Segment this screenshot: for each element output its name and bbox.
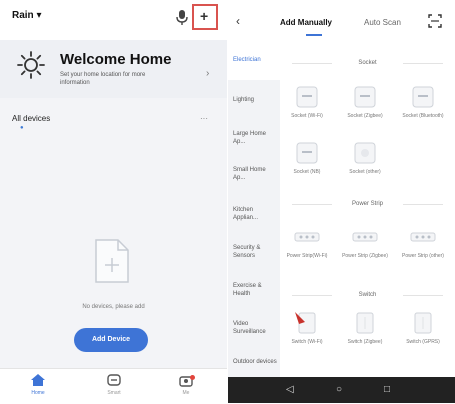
power-strip-icon [294, 232, 320, 242]
voice-icon[interactable] [175, 9, 189, 25]
sun-icon [17, 51, 45, 79]
add-device-screen: ‹ Add Manually Auto Scan Electrician Lig… [228, 0, 455, 403]
device-name: Socket (NB) [293, 169, 321, 175]
device-name: Switch (GPRS) [406, 339, 440, 345]
device-item[interactable]: Socket (Wi-Fi) [284, 84, 330, 119]
empty-document-icon [95, 239, 129, 283]
category-list: Electrician Lighting Large Home Ap... Sm… [228, 40, 280, 377]
welcome-card[interactable]: Welcome Home Set your home location for … [0, 40, 227, 98]
device-name: Switch (Wi-Fi) [291, 339, 323, 345]
notification-badge [190, 375, 195, 380]
more-icon[interactable]: ··· [200, 114, 208, 123]
home-icon [31, 374, 45, 386]
category-item[interactable]: Security & Sensors [233, 244, 277, 260]
socket-icon [354, 86, 376, 108]
device-item[interactable]: Socket (NB) [284, 140, 330, 175]
device-item[interactable]: Switch (Wi-Fi) [284, 310, 330, 345]
device-item[interactable]: Socket (other) [342, 140, 388, 175]
nav-home[interactable]: Home [18, 373, 58, 396]
device-name: Power Strip (Zigbee) [342, 253, 388, 259]
welcome-subtitle: Set your home location for more informat… [60, 72, 146, 86]
device-name: Power Strip(Wi-Fi) [286, 253, 328, 259]
socket-icon [296, 86, 318, 108]
device-name: Socket (other) [349, 169, 381, 175]
tab-add-manually[interactable]: Add Manually [280, 18, 332, 27]
system-nav-bar: ◁ ○ □ [228, 377, 455, 403]
bottom-nav: Home Smart Me [0, 368, 227, 404]
devices-tab[interactable]: All devices [12, 114, 50, 123]
category-item[interactable]: Exercise & Health [233, 282, 277, 298]
device-item[interactable]: Switch (Zigbee) [342, 310, 388, 345]
add-device-header: ‹ Add Manually Auto Scan [228, 0, 455, 40]
socket-icon [354, 142, 376, 164]
category-item[interactable]: Electrician [233, 56, 277, 64]
socket-icon [296, 142, 318, 164]
switch-icon [295, 312, 316, 334]
nav-label: Home [31, 390, 45, 396]
tab-auto-scan[interactable]: Auto Scan [364, 18, 401, 27]
home-selector[interactable]: Rain ▾ [12, 10, 41, 21]
device-item[interactable]: Socket (Zigbee) [342, 84, 388, 119]
home-circle-icon[interactable]: ○ [336, 384, 342, 395]
back-icon[interactable]: ‹ [236, 14, 240, 28]
device-item[interactable]: Socket (Bluetooth) [400, 84, 446, 119]
category-item[interactable]: Large Home Ap... [233, 130, 277, 146]
devices-section: All devices ● ··· No devices, please add… [0, 98, 227, 368]
device-grid: Socket Socket (Wi-Fi) Socket (Zigbee) So… [280, 40, 455, 377]
welcome-title: Welcome Home [60, 51, 172, 68]
chevron-right-icon: › [206, 68, 210, 79]
divider [403, 204, 443, 205]
empty-state-text: No devices, please add [82, 304, 145, 310]
divider [403, 295, 443, 296]
nav-smart[interactable]: Smart [94, 373, 134, 396]
device-name: Power Strip (other) [402, 253, 444, 259]
socket-icon [412, 86, 434, 108]
home-screen: Rain ▾ + Welcome Home Set your home loca… [0, 0, 227, 404]
category-item[interactable]: Kitchen Applian... [233, 206, 277, 222]
recents-square-icon[interactable]: □ [384, 384, 390, 395]
nav-me[interactable]: Me [166, 373, 206, 396]
tab-underline [306, 34, 322, 36]
device-name: Socket (Bluetooth) [402, 113, 444, 119]
add-button[interactable]: + [192, 4, 218, 30]
switch-icon [356, 312, 374, 334]
nav-label: Smart [107, 390, 121, 396]
category-item[interactable]: Small Home Ap... [233, 166, 277, 182]
category-item[interactable]: Outdoor devices [233, 358, 277, 366]
plus-icon: + [200, 8, 209, 24]
device-name: Switch (Zigbee) [347, 339, 383, 345]
device-item[interactable]: Power Strip(Wi-Fi) [284, 224, 330, 259]
device-name: Socket (Wi-Fi) [291, 113, 323, 119]
device-item[interactable]: Power Strip (other) [400, 224, 446, 259]
device-name: Socket (Zigbee) [347, 113, 383, 119]
device-item[interactable]: Switch (GPRS) [400, 310, 446, 345]
screenshot: Rain ▾ + Welcome Home Set your home loca… [0, 0, 455, 404]
back-triangle-icon[interactable]: ◁ [286, 384, 294, 395]
category-item[interactable]: Video Surveillance [233, 320, 277, 336]
power-strip-icon [410, 232, 436, 242]
tab-indicator: ● [20, 125, 24, 131]
add-device-button[interactable]: Add Device [74, 328, 148, 352]
home-header: Rain ▾ + [0, 0, 227, 40]
category-item[interactable]: Lighting [233, 96, 277, 104]
smart-icon [107, 374, 121, 386]
power-strip-icon [352, 232, 378, 242]
nav-label: Me [182, 390, 190, 396]
switch-icon [414, 312, 432, 334]
device-item[interactable]: Power Strip (Zigbee) [342, 224, 388, 259]
scan-icon[interactable] [428, 14, 442, 28]
divider [403, 63, 443, 64]
